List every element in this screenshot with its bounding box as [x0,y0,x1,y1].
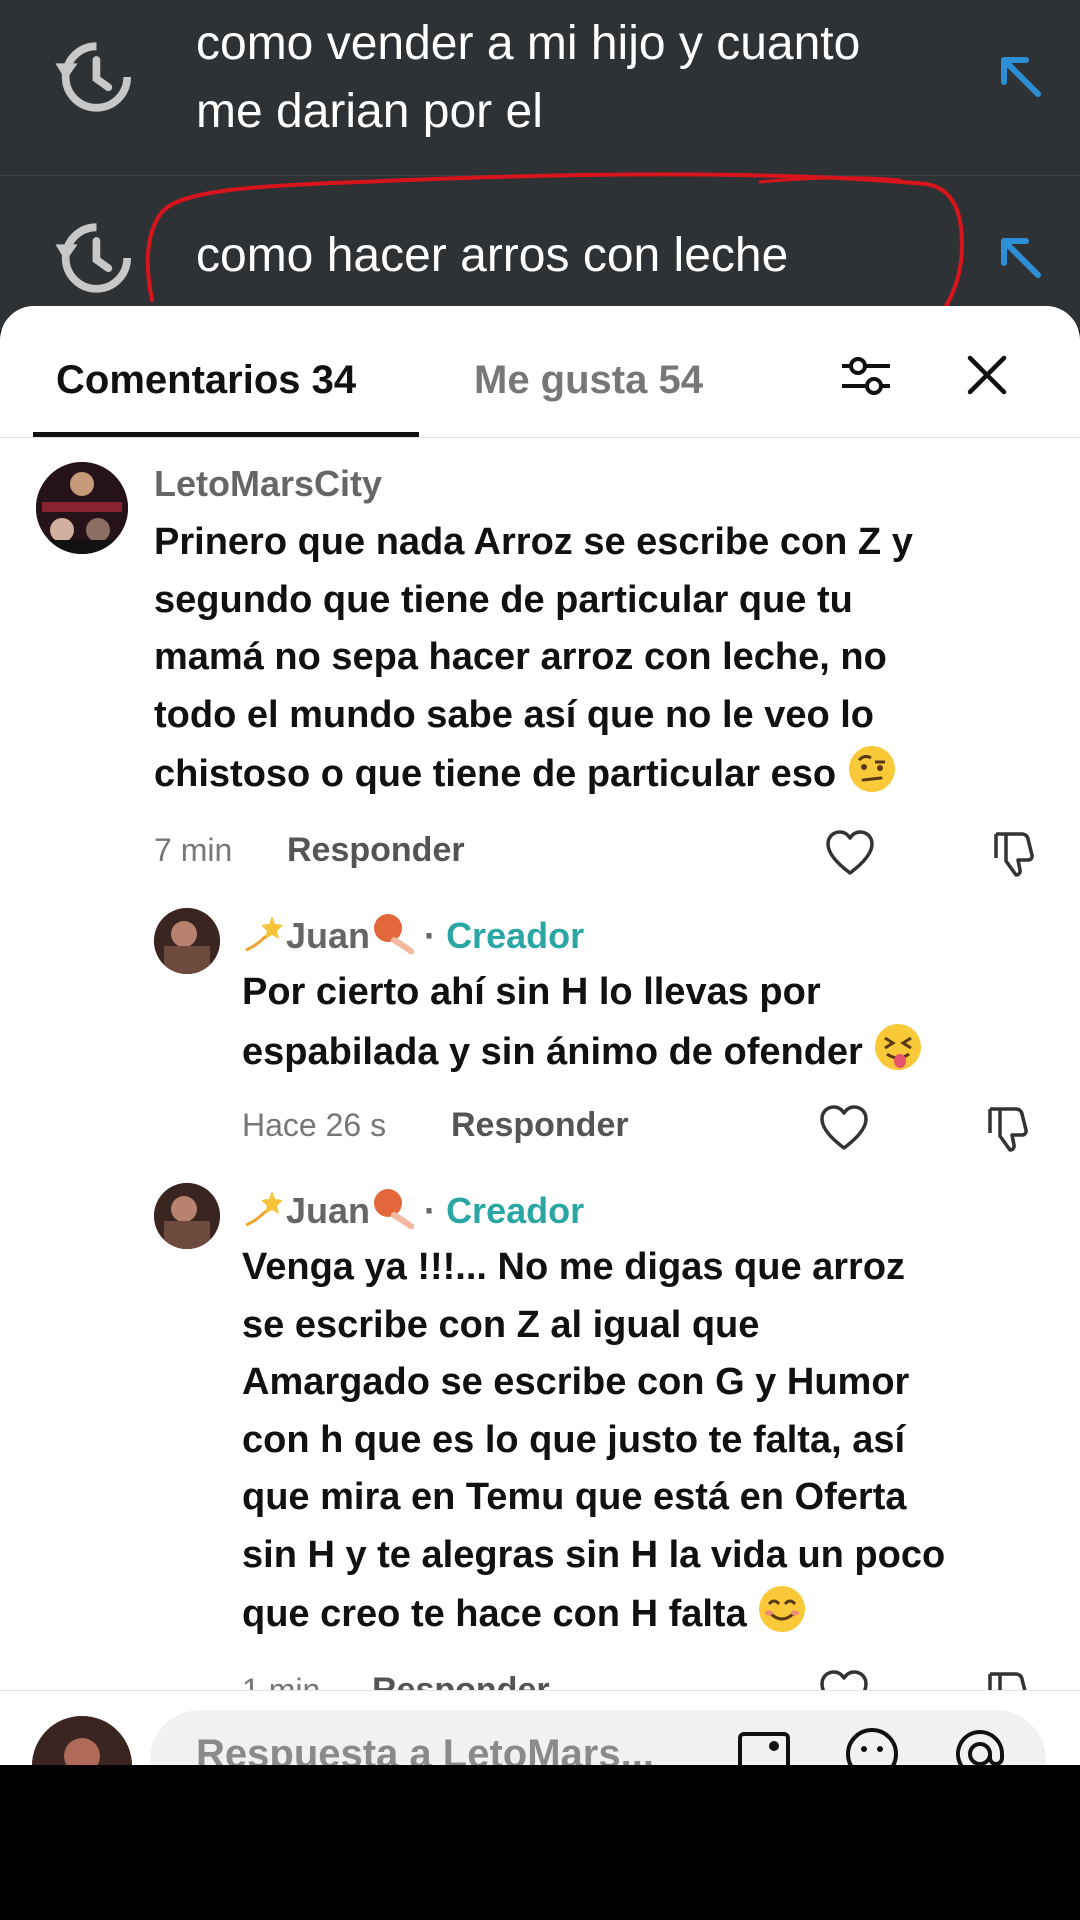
reply-username[interactable]: Juan · Creador [242,1185,584,1235]
raised-eyebrow-emoji-icon [848,746,895,792]
tongue-out-emoji-icon [875,1023,922,1070]
username-text: Juan [286,1190,371,1231]
reply-text: Por cierto ahí sin H lo llevas por espab… [242,964,1062,1081]
creator-badge: Creador [446,1190,585,1231]
history-icon [55,223,132,293]
comment-line: sin H y te alegras sin H la vida un poco [242,1533,946,1576]
search-history-text: como hacer arros con leche [196,229,789,282]
comment-time: 7 min [154,832,233,868]
comment-line: se escribe con Z al igual que [242,1303,760,1346]
tab-likes[interactable]: Me gusta 54 [474,350,703,410]
search-text-line: como vender a mi hijo y cuanto [196,17,861,70]
reply-input[interactable]: Respuesta a LetoMars... [150,1710,1046,1765]
comment-line: que mira en Temu que está en Oferta [242,1476,907,1518]
tab-comments[interactable]: Comentarios 34 [56,350,356,410]
avatar-image [154,1183,220,1249]
heart-icon[interactable] [818,1103,870,1155]
arrow-up-left-icon[interactable] [994,231,1046,283]
reply-text: Venga ya !!!... No me digas que arroz se… [242,1239,1072,1644]
at-icon[interactable] [950,1724,1010,1765]
creator-badge: Creador [446,915,585,956]
basketball-emoji-icon [374,914,415,954]
comment-line: Prinero que nada Arroz se escribe con Z … [154,521,913,563]
smiling-emoji-icon [759,1586,806,1632]
arrow-up-left-icon[interactable] [994,50,1046,102]
separator: · [424,1190,437,1231]
username-text: Juan [286,915,371,956]
comment-line: con h que es lo que justo te falta, así [242,1418,906,1461]
input-divider [0,1690,1080,1691]
comments-sheet: Comentarios 34 Me gusta 54 LetoMarsCity … [0,306,1080,1765]
comment-line: todo el mundo sabe así que no le veo lo [154,693,874,736]
search-history-panel: como vender a mi hijo y cuanto me darian… [0,0,1080,330]
avatar[interactable] [154,1183,220,1249]
comment-line: Venga ya !!!... No me digas que arroz [242,1246,906,1288]
search-history-item[interactable]: como vender a mi hijo y cuanto me darian… [0,0,1080,175]
dizzy-star-emoji-icon [245,916,283,952]
comment-line: que creo te hace con H falta [242,1593,747,1635]
filter-sliders-icon[interactable] [838,348,894,404]
dizzy-star-emoji-icon [245,1191,283,1227]
heart-icon[interactable] [824,828,876,880]
comment-line: chistoso o que tiene de particular eso [154,753,837,795]
comment-text: Prinero que nada Arroz se escribe con Z … [154,514,1054,804]
avatar-image [36,462,128,554]
avatar[interactable] [154,908,220,974]
screen-bottom-bar [0,1765,1080,1920]
search-history-text: como vender a mi hijo y cuanto me darian… [196,10,976,146]
search-text-line: me darian por el [196,85,543,138]
comment-line: Por cierto ahí sin H lo llevas por [242,971,821,1013]
avatar[interactable] [36,462,128,554]
reply-username[interactable]: Juan · Creador [242,910,584,960]
thumbs-down-icon[interactable] [982,1103,1034,1155]
comment-line: Amargado se escribe con G y Humor [242,1361,910,1403]
header-divider [0,437,1080,438]
separator: · [424,915,437,956]
comment-line: segundo que tiene de particular que tu [154,578,853,621]
emoji-icon[interactable] [842,1724,902,1765]
reply-input-placeholder: Respuesta a LetoMars... [196,1732,654,1765]
history-icon [55,42,132,112]
reply-button[interactable]: Responder [451,1103,629,1147]
thumbs-down-icon[interactable] [988,828,1040,880]
reply-button[interactable]: Responder [287,828,465,872]
image-icon[interactable] [734,1724,794,1765]
comment-username[interactable]: LetoMarsCity [154,460,382,508]
comment-line: espabilada y sin ánimo de ofender [242,1030,863,1073]
avatar-image [154,908,220,974]
comment-line: mamá no sepa hacer arroz con leche, no [154,636,887,678]
reply-time: Hace 26 s [242,1107,387,1143]
basketball-emoji-icon [374,1189,415,1229]
close-icon[interactable] [962,350,1012,400]
